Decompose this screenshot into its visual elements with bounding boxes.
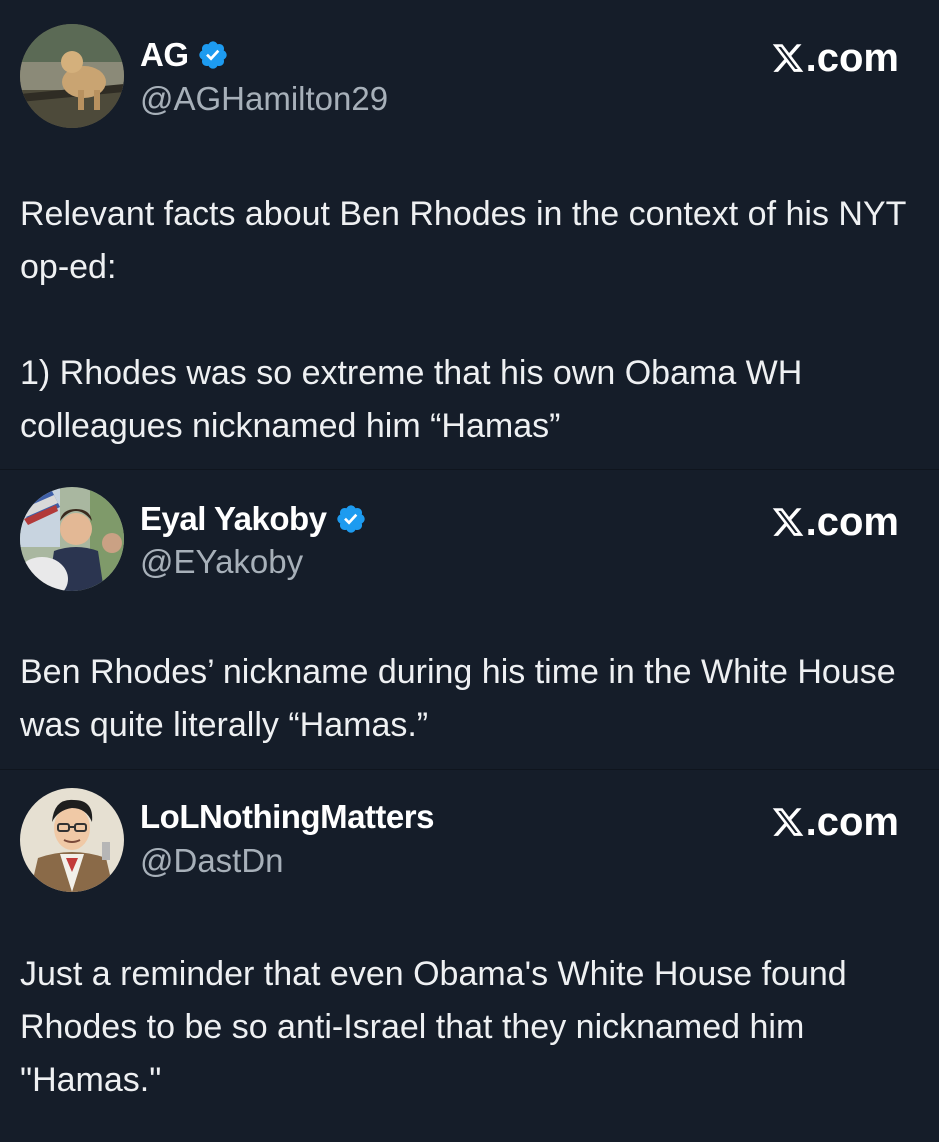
- tweet-card[interactable]: Eyal Yakoby @EYakoby .com Ben Rhodes’ ni…: [0, 470, 939, 770]
- avatar[interactable]: [20, 24, 124, 128]
- x-logo-icon: [771, 804, 805, 838]
- tweet-stack: AG @AGHamilton29 .com Relevant facts abo…: [0, 0, 939, 1142]
- user-handle[interactable]: @DastDn: [140, 842, 284, 880]
- name-row: Eyal Yakoby: [140, 500, 367, 538]
- tweet-text: Ben Rhodes’ nickname during his time in …: [20, 653, 906, 744]
- tweet-text: Just a reminder that even Obama's White …: [20, 955, 857, 1099]
- display-name[interactable]: LoLNothingMatters: [140, 798, 434, 836]
- display-name[interactable]: AG: [140, 36, 189, 74]
- name-row: LoLNothingMatters: [140, 798, 434, 836]
- name-row: AG: [140, 36, 229, 74]
- x-brand-link[interactable]: .com: [771, 800, 899, 845]
- tweet-card[interactable]: LoLNothingMatters @DastDn .com Just a re…: [0, 770, 939, 1142]
- tweet-card[interactable]: AG @AGHamilton29 .com Relevant facts abo…: [0, 0, 939, 470]
- tweet-text: Relevant facts about Ben Rhodes in the c…: [20, 195, 906, 445]
- display-name[interactable]: Eyal Yakoby: [140, 500, 327, 538]
- brand-text: .com: [805, 36, 899, 80]
- user-handle[interactable]: @AGHamilton29: [140, 80, 388, 118]
- verified-badge-icon: [335, 503, 367, 535]
- x-brand-link[interactable]: .com: [771, 36, 899, 81]
- brand-text: .com: [805, 800, 899, 844]
- verified-badge-icon: [197, 39, 229, 71]
- avatar[interactable]: [20, 487, 124, 591]
- avatar[interactable]: [20, 788, 124, 892]
- x-brand-link[interactable]: .com: [771, 500, 899, 545]
- x-logo-icon: [771, 40, 805, 74]
- brand-text: .com: [805, 500, 899, 544]
- x-logo-icon: [771, 504, 805, 538]
- user-handle[interactable]: @EYakoby: [140, 543, 303, 581]
